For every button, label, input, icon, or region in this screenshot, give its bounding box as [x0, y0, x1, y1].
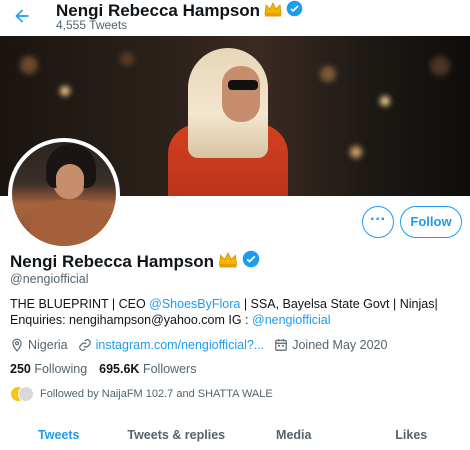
banner-bokeh	[320, 66, 336, 82]
avatar[interactable]	[8, 138, 120, 250]
mini-avatar	[18, 386, 34, 402]
tab-likes[interactable]: Likes	[353, 420, 470, 450]
banner-person-face	[222, 66, 260, 122]
followed-by-text: Followed by NaijaFM 102.7 and SHATTA WAL…	[40, 388, 273, 400]
crown-emoji-icon	[264, 1, 282, 22]
banner-bokeh	[350, 146, 362, 158]
location-text: Nigeria	[28, 338, 68, 352]
profile-name-row: Nengi Rebecca Hampson	[10, 250, 260, 273]
tab-media[interactable]: Media	[235, 420, 353, 450]
link-icon	[78, 338, 92, 352]
banner-bokeh	[60, 86, 70, 96]
profile-tabs: Tweets Tweets & replies Media Likes	[0, 420, 470, 450]
bio-mention-shoesbyflora[interactable]: @ShoesByFlora	[149, 297, 240, 311]
following-label: Following	[34, 362, 88, 376]
joined-item: Joined May 2020	[274, 338, 387, 352]
profile-bio: THE BLUEPRINT | CEO @ShoesByFlora | SSA,…	[10, 296, 462, 328]
tweet-count: 4,555 Tweets	[56, 18, 128, 32]
followers-label: Followers	[142, 362, 197, 376]
location-item: Nigeria	[10, 338, 68, 352]
tab-tweets[interactable]: Tweets	[0, 420, 118, 450]
profile-name: Nengi Rebecca Hampson	[10, 251, 215, 271]
tab-tweets-replies[interactable]: Tweets & replies	[118, 420, 236, 450]
followers-stat[interactable]: 695.6K Followers	[99, 362, 196, 376]
location-pin-icon	[10, 338, 24, 352]
website-item[interactable]: instagram.com/nengiofficial?...	[78, 338, 265, 352]
profile-handle: @nengiofficial	[10, 272, 89, 286]
avatar-dress	[30, 200, 110, 246]
bio-mention-nengiofficial[interactable]: @nengiofficial	[252, 313, 330, 327]
avatar-face	[56, 164, 84, 198]
following-stat[interactable]: 250 Following	[10, 362, 87, 376]
back-arrow-icon[interactable]	[10, 6, 34, 30]
crown-emoji-icon	[218, 251, 238, 273]
followed-by[interactable]: Followed by NaijaFM 102.7 and SHATTA WAL…	[10, 386, 273, 402]
website-link[interactable]: instagram.com/nengiofficial?...	[96, 338, 265, 352]
banner-bokeh	[120, 52, 134, 66]
followed-by-avatars	[10, 386, 34, 402]
following-count: 250	[10, 362, 31, 376]
banner-person-sunglasses	[228, 80, 258, 90]
banner-bokeh	[430, 56, 450, 76]
verified-badge-icon	[286, 0, 303, 22]
top-bar: Nengi Rebecca Hampson 4,555 Tweets	[0, 0, 470, 36]
bio-text: THE BLUEPRINT | CEO	[10, 297, 150, 311]
profile-meta: Nigeria instagram.com/nengiofficial?... …	[10, 338, 397, 352]
followers-count: 695.6K	[99, 362, 140, 376]
banner-bokeh	[380, 96, 390, 106]
profile-stats: 250 Following 695.6K Followers	[10, 362, 196, 376]
verified-badge-icon	[242, 250, 260, 273]
banner-bokeh	[20, 56, 38, 74]
more-options-button[interactable]: ···	[362, 206, 394, 238]
calendar-icon	[274, 338, 288, 352]
joined-text: Joined May 2020	[292, 338, 388, 352]
follow-button[interactable]: Follow	[400, 206, 462, 238]
